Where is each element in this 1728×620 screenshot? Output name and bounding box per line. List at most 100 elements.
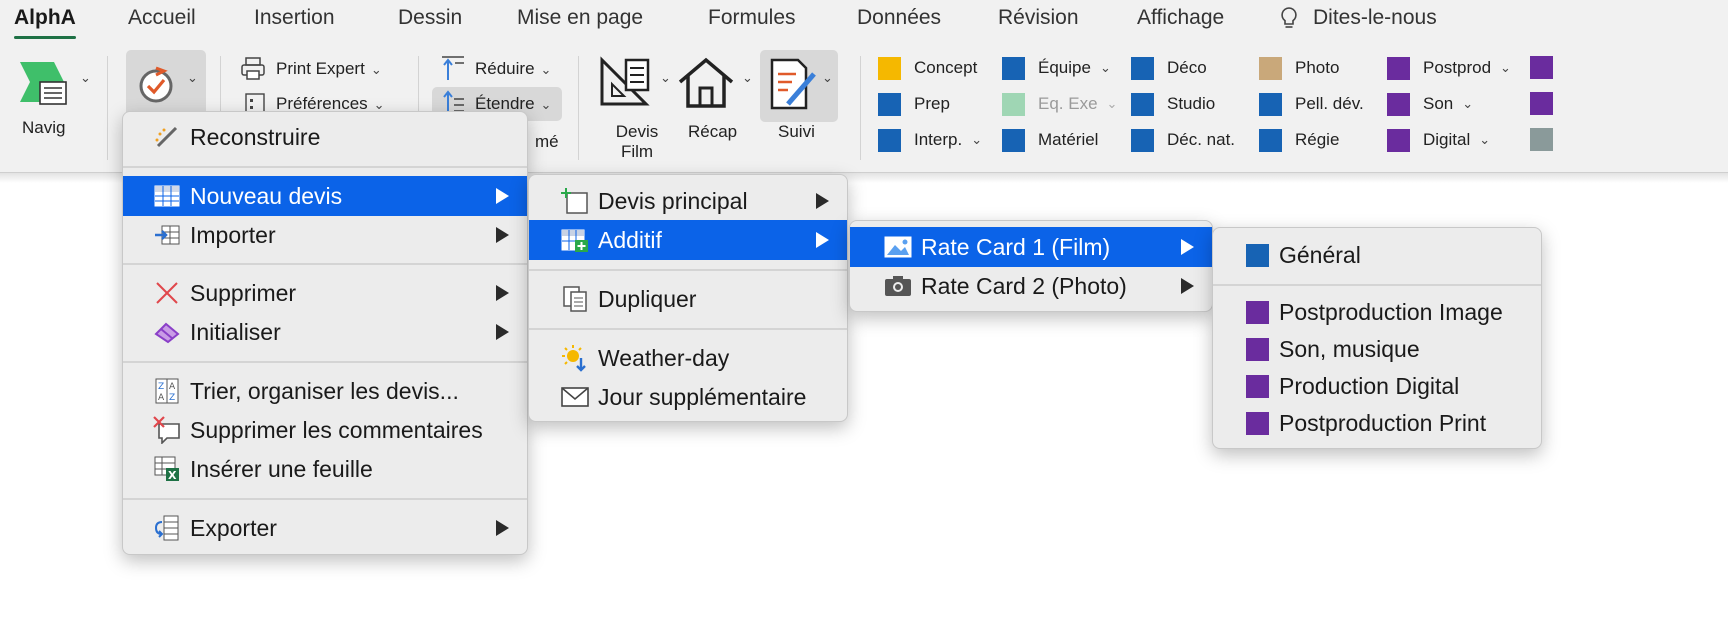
tab-affichage[interactable]: Affichage <box>1137 6 1224 30</box>
submenu-arrow-icon <box>1181 278 1194 294</box>
category-eq-exe[interactable]: Eq. Exe ⌄ <box>1002 92 1117 116</box>
lightbulb-icon <box>1280 6 1298 37</box>
suivi-chevron-down-icon[interactable]: ⌄ <box>822 70 833 86</box>
sort-icon: ZAAZ <box>153 377 181 405</box>
svg-text:X: X <box>168 469 177 482</box>
menu-item-general[interactable]: Général <box>1213 235 1541 275</box>
devis-film-chevron-down-icon[interactable]: ⌄ <box>660 70 671 86</box>
navig-label[interactable]: Navig <box>22 118 65 138</box>
svg-text:Z: Z <box>169 393 175 403</box>
category-digital[interactable]: Digital ⌄ <box>1387 128 1490 152</box>
category-interp[interactable]: Interp. ⌄ <box>878 128 982 152</box>
house-icon[interactable] <box>676 56 736 115</box>
menu-item-additif[interactable]: Additif <box>529 220 847 260</box>
menu-item-trier[interactable]: ZAAZ Trier, organiser les devis... <box>123 371 527 411</box>
svg-text:Z: Z <box>158 382 164 392</box>
tab-accueil[interactable]: Accueil <box>128 6 196 30</box>
devis-film-label[interactable]: Devis Film <box>612 122 662 162</box>
tab-mise-en-page[interactable]: Mise en page <box>517 6 643 30</box>
recap-chevron-down-icon[interactable]: ⌄ <box>742 70 753 86</box>
category-studio[interactable]: Studio <box>1131 92 1215 116</box>
submenu-arrow-icon <box>1181 239 1194 255</box>
menu-item-supprimer[interactable]: Supprimer <box>123 273 527 313</box>
partially-hidden-label: mé <box>535 132 559 151</box>
import-icon <box>153 221 181 249</box>
document-pencil-icon[interactable] <box>768 56 818 117</box>
category-overflow-swatch[interactable] <box>1530 92 1553 115</box>
recap-label[interactable]: Récap <box>688 122 737 142</box>
svg-text:A: A <box>158 393 165 403</box>
print-expert-button[interactable]: Print Expert ⌄ <box>276 59 382 79</box>
category-overflow-swatch[interactable] <box>1530 128 1553 151</box>
reduire-icon <box>440 54 466 87</box>
menu-item-postproduction-print[interactable]: Postproduction Print <box>1213 403 1541 443</box>
delete-comment-icon <box>153 416 181 444</box>
category-regie[interactable]: Régie <box>1259 128 1339 152</box>
tab-insertion[interactable]: Insertion <box>254 6 335 30</box>
submenu-arrow-icon <box>496 188 509 204</box>
tab-dites-le-nous[interactable]: Dites-le-nous <box>1313 6 1437 30</box>
tab-dessin[interactable]: Dessin <box>398 6 462 30</box>
envelope-icon <box>561 383 589 411</box>
tab-alpha[interactable]: AlphA <box>14 6 76 39</box>
category-dec-nat[interactable]: Déc. nat. <box>1131 128 1235 152</box>
submenu-arrow-icon <box>816 232 829 248</box>
category-son[interactable]: Son ⌄ <box>1387 92 1473 116</box>
menu-item-rate-card-1[interactable]: Rate Card 1 (Film) <box>850 227 1212 267</box>
category-prep[interactable]: Prep <box>878 92 950 116</box>
submenu-arrow-icon <box>816 193 829 209</box>
devis-actions-menu: Reconstruire Nouveau devis Importer Supp… <box>122 111 528 555</box>
sun-rain-icon <box>561 344 589 372</box>
suivi-label[interactable]: Suivi <box>778 122 815 142</box>
category-swatch <box>1246 337 1269 361</box>
tab-donnees[interactable]: Données <box>857 6 941 30</box>
menu-item-postproduction-image[interactable]: Postproduction Image <box>1213 292 1541 332</box>
wand-icon <box>153 123 181 151</box>
menu-item-supprimer-commentaires[interactable]: Supprimer les commentaires <box>123 410 527 450</box>
menu-item-jour-supplementaire[interactable]: Jour supplémentaire <box>529 377 847 417</box>
submenu-arrow-icon <box>496 324 509 340</box>
category-photo[interactable]: Photo <box>1259 56 1339 80</box>
category-concept[interactable]: Concept <box>878 56 977 80</box>
excel-sheet-icon: X <box>153 455 181 483</box>
ribbon-tab-bar: AlphA Accueil Insertion Dessin Mise en p… <box>0 0 1728 42</box>
menu-item-devis-principal[interactable]: Devis principal <box>529 181 847 221</box>
devis-actions-chevron-down-icon[interactable]: ⌄ <box>187 70 198 86</box>
refresh-check-icon[interactable] <box>134 62 178 111</box>
menu-item-exporter[interactable]: Exporter <box>123 508 527 548</box>
svg-text:A: A <box>169 382 176 392</box>
category-swatch <box>1246 243 1269 267</box>
menu-item-son-musique[interactable]: Son, musique <box>1213 329 1541 369</box>
category-deco[interactable]: Déco <box>1131 56 1207 80</box>
menu-item-rate-card-2[interactable]: Rate Card 2 (Photo) <box>850 266 1212 306</box>
export-icon <box>153 514 181 542</box>
menu-item-nouveau-devis[interactable]: Nouveau devis <box>123 176 527 216</box>
image-icon <box>884 233 912 261</box>
close-icon <box>153 279 181 307</box>
table-icon <box>153 182 181 210</box>
menu-item-initialiser[interactable]: Initialiser <box>123 312 527 352</box>
category-overflow-swatch[interactable] <box>1530 56 1553 79</box>
reduire-button[interactable]: Réduire ⌄ <box>475 59 551 79</box>
submenu-arrow-icon <box>496 520 509 536</box>
menu-item-reconstruire[interactable]: Reconstruire <box>123 117 527 157</box>
category-swatch <box>1246 374 1269 398</box>
menu-item-weather-day[interactable]: Weather-day <box>529 338 847 378</box>
camera-icon <box>884 272 912 300</box>
tab-revision[interactable]: Révision <box>998 6 1079 30</box>
tab-formules[interactable]: Formules <box>708 6 796 30</box>
menu-item-inserer-feuille[interactable]: X Insérer une feuille <box>123 449 527 489</box>
category-postprod[interactable]: Postprod ⌄ <box>1387 56 1511 80</box>
category-pell-dev[interactable]: Pell. dév. <box>1259 92 1364 116</box>
menu-item-dupliquer[interactable]: Dupliquer <box>529 279 847 319</box>
navig-chevron-down-icon[interactable]: ⌄ <box>80 70 91 86</box>
navig-icon[interactable] <box>18 60 78 113</box>
duplicate-icon <box>561 285 589 313</box>
category-swatch <box>1246 300 1269 324</box>
set-square-icon[interactable] <box>596 54 656 115</box>
eraser-icon <box>153 318 181 346</box>
menu-item-production-digital[interactable]: Production Digital <box>1213 366 1541 406</box>
category-equipe[interactable]: Équipe ⌄ <box>1002 56 1111 80</box>
menu-item-importer[interactable]: Importer <box>123 215 527 255</box>
category-materiel[interactable]: Matériel <box>1002 128 1098 152</box>
